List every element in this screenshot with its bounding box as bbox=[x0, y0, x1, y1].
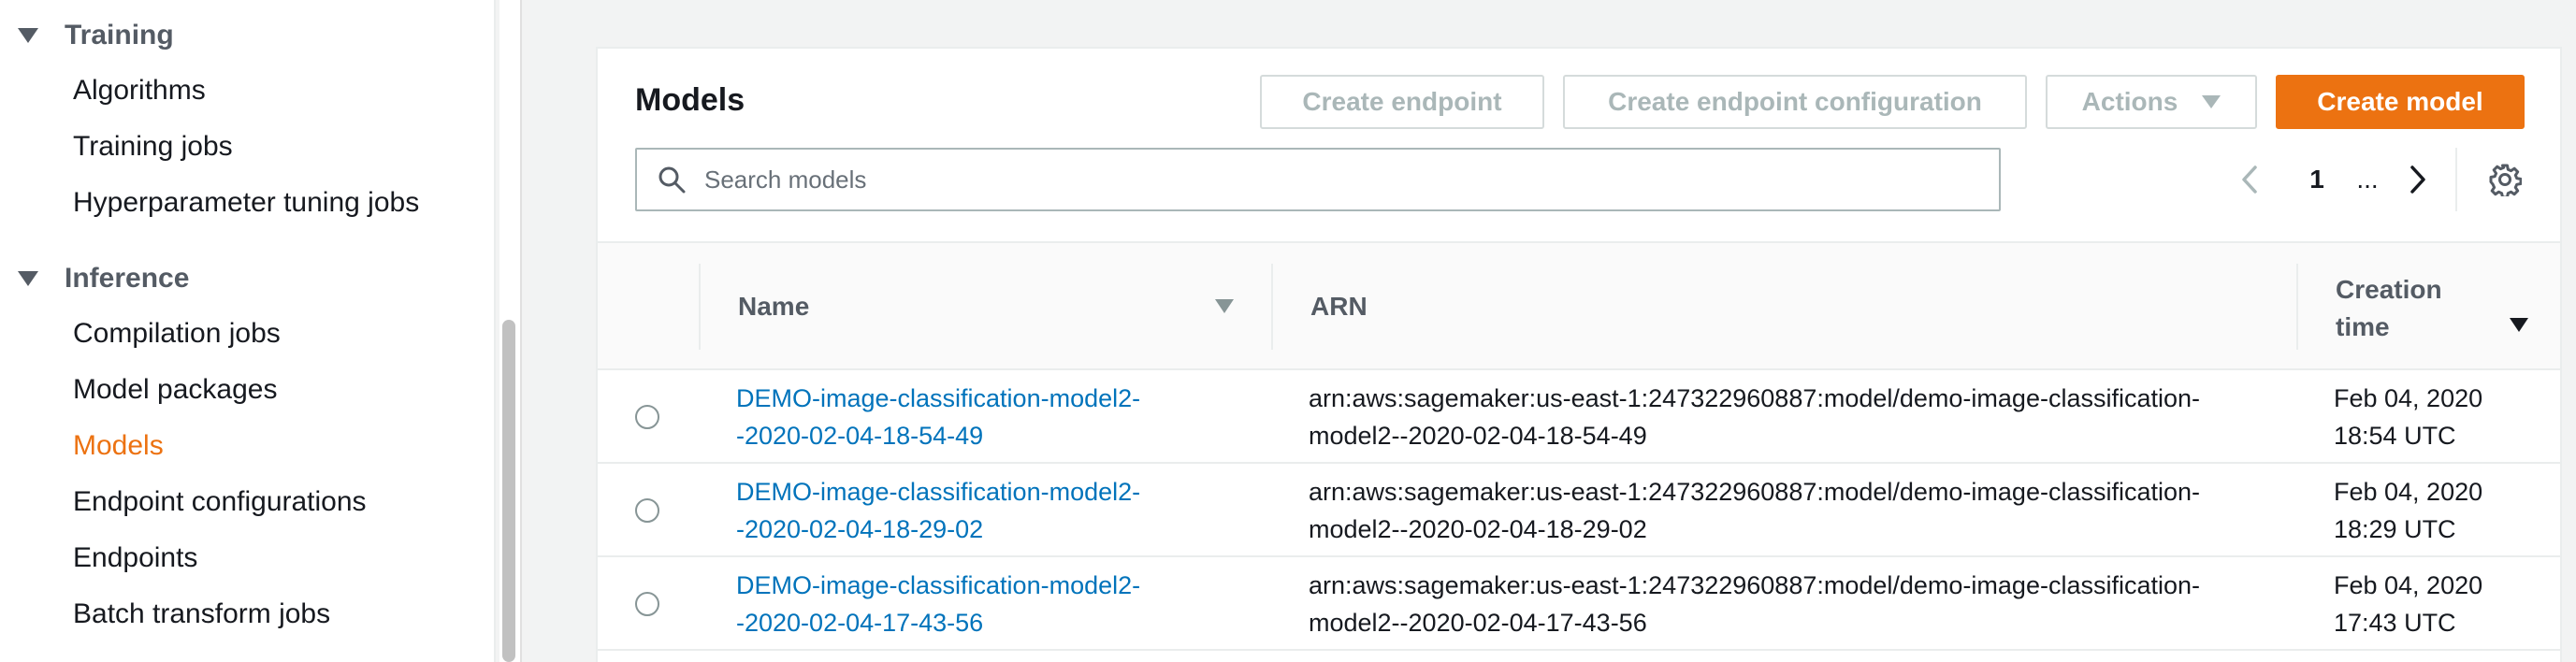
column-header-name[interactable]: Name bbox=[738, 292, 809, 322]
sidebar-item-endpoints[interactable]: Endpoints bbox=[73, 542, 197, 574]
page-title: Models bbox=[635, 82, 745, 118]
sidebar-section-inference[interactable]: Inference bbox=[0, 260, 494, 297]
chevron-left-icon bbox=[2242, 166, 2257, 194]
pagination-ellipsis: ... bbox=[2349, 157, 2386, 202]
models-panel: Models Create endpoint Create endpoint c… bbox=[596, 47, 2562, 662]
actions-dropdown-button[interactable]: Actions bbox=[2046, 75, 2257, 129]
sidebar: Training Algorithms Training jobs Hyperp… bbox=[0, 0, 496, 662]
sidebar-section-label: Inference bbox=[65, 263, 190, 294]
create-endpoint-button[interactable]: Create endpoint bbox=[1260, 75, 1544, 129]
pagination-more: ... bbox=[2356, 165, 2379, 194]
create-model-button[interactable]: Create model bbox=[2276, 75, 2525, 129]
creation-time-line: 17:43 UTC bbox=[2334, 609, 2456, 637]
gear-icon bbox=[2489, 164, 2522, 196]
creation-time-line: 18:54 UTC bbox=[2334, 422, 2456, 450]
column-header-label: Creation bbox=[2336, 275, 2442, 304]
button-label: Create model bbox=[2317, 87, 2483, 116]
sort-caret-icon[interactable] bbox=[2510, 318, 2528, 332]
model-name-link[interactable]: DEMO-image-classification-model2- -2020-… bbox=[736, 380, 1140, 454]
search-field[interactable] bbox=[635, 148, 2001, 211]
model-name-line: DEMO-image-classification-model2- bbox=[736, 478, 1141, 506]
sidebar-scrollbar-thumb[interactable] bbox=[502, 320, 515, 662]
model-arn-line: model2--2020-02-04-18-29-02 bbox=[1309, 515, 1647, 543]
sidebar-item-batch-transform-jobs[interactable]: Batch transform jobs bbox=[73, 598, 330, 630]
sidebar-divider bbox=[494, 0, 496, 662]
model-name-line: DEMO-image-classification-model2- bbox=[736, 571, 1141, 599]
radio-icon[interactable] bbox=[635, 592, 659, 616]
model-name-line: -2020-02-04-17-43-56 bbox=[736, 609, 984, 637]
model-arn-line: arn:aws:sagemaker:us-east-1:247322960887… bbox=[1309, 571, 2201, 599]
table-row[interactable]: DEMO-image-classification-model2- -2020-… bbox=[598, 370, 2560, 464]
sidebar-item-models[interactable]: Models bbox=[73, 430, 164, 462]
model-arn: arn:aws:sagemaker:us-east-1:247322960887… bbox=[1309, 380, 2200, 454]
column-header-creation-time[interactable]: Creation time bbox=[2336, 271, 2442, 346]
model-name-link[interactable]: DEMO-image-classification-model2- -2020-… bbox=[736, 473, 1140, 548]
creation-time: Feb 04, 2020 17:43 UTC bbox=[2334, 567, 2482, 641]
create-endpoint-configuration-button[interactable]: Create endpoint configuration bbox=[1563, 75, 2027, 129]
model-arn-line: model2--2020-02-04-17-43-56 bbox=[1309, 609, 1647, 637]
preferences-button[interactable] bbox=[2483, 157, 2526, 202]
sidebar-scroll-divider bbox=[520, 0, 522, 662]
column-divider bbox=[2296, 264, 2298, 350]
radio-icon[interactable] bbox=[635, 405, 659, 429]
model-arn-line: arn:aws:sagemaker:us-east-1:247322960887… bbox=[1309, 478, 2201, 506]
creation-time-line: Feb 04, 2020 bbox=[2334, 384, 2483, 412]
table-row[interactable]: DEMO-image-classification-model2- -2020-… bbox=[598, 557, 2560, 651]
button-label: Create endpoint bbox=[1302, 87, 1502, 116]
search-icon bbox=[658, 166, 686, 194]
pagination-previous-button[interactable] bbox=[2233, 157, 2266, 202]
model-name-line: -2020-02-04-18-54-49 bbox=[736, 422, 984, 450]
pagination-page-1[interactable]: 1 bbox=[2298, 157, 2336, 202]
creation-time-line: Feb 04, 2020 bbox=[2334, 571, 2483, 599]
column-header-arn[interactable]: ARN bbox=[1310, 292, 1368, 322]
model-name-link[interactable]: DEMO-image-classification-model2- -2020-… bbox=[736, 567, 1140, 641]
creation-time: Feb 04, 2020 18:54 UTC bbox=[2334, 380, 2482, 454]
table-header bbox=[598, 241, 2560, 370]
sidebar-section-label: Training bbox=[65, 20, 174, 50]
pagination-next-button[interactable] bbox=[2401, 157, 2435, 202]
sidebar-section-training[interactable]: Training bbox=[0, 17, 494, 54]
model-arn: arn:aws:sagemaker:us-east-1:247322960887… bbox=[1309, 567, 2200, 641]
column-divider bbox=[1271, 264, 1273, 350]
model-name-line: -2020-02-04-18-29-02 bbox=[736, 515, 984, 543]
model-arn-line: arn:aws:sagemaker:us-east-1:247322960887… bbox=[1309, 384, 2201, 412]
button-label: Actions bbox=[2081, 87, 2178, 116]
sort-caret-icon[interactable] bbox=[1215, 299, 1234, 313]
page-number: 1 bbox=[2309, 165, 2324, 194]
model-name-line: DEMO-image-classification-model2- bbox=[736, 384, 1141, 412]
sidebar-item-hyperparameter-tuning-jobs[interactable]: Hyperparameter tuning jobs bbox=[73, 187, 419, 219]
column-header-label: time bbox=[2336, 312, 2390, 341]
model-arn: arn:aws:sagemaker:us-east-1:247322960887… bbox=[1309, 473, 2200, 548]
table-row[interactable]: DEMO-image-classification-model2- -2020-… bbox=[598, 464, 2560, 557]
pagination-divider bbox=[2455, 148, 2457, 211]
chevron-right-icon bbox=[2410, 166, 2425, 194]
caret-down-icon bbox=[2202, 95, 2221, 108]
caret-down-icon bbox=[18, 28, 38, 43]
sidebar-item-compilation-jobs[interactable]: Compilation jobs bbox=[73, 318, 281, 350]
search-input[interactable] bbox=[704, 165, 1920, 194]
radio-icon[interactable] bbox=[635, 498, 659, 523]
creation-time-line: 18:29 UTC bbox=[2334, 515, 2456, 543]
caret-down-icon bbox=[18, 271, 38, 286]
creation-time: Feb 04, 2020 18:29 UTC bbox=[2334, 473, 2482, 548]
button-label: Create endpoint configuration bbox=[1608, 87, 1982, 116]
column-divider bbox=[699, 264, 701, 350]
sidebar-item-training-jobs[interactable]: Training jobs bbox=[73, 131, 233, 163]
sidebar-item-endpoint-configurations[interactable]: Endpoint configurations bbox=[73, 486, 367, 518]
sidebar-item-algorithms[interactable]: Algorithms bbox=[73, 75, 206, 107]
sidebar-item-model-packages[interactable]: Model packages bbox=[73, 374, 277, 406]
model-arn-line: model2--2020-02-04-18-54-49 bbox=[1309, 422, 1647, 450]
creation-time-line: Feb 04, 2020 bbox=[2334, 478, 2483, 506]
